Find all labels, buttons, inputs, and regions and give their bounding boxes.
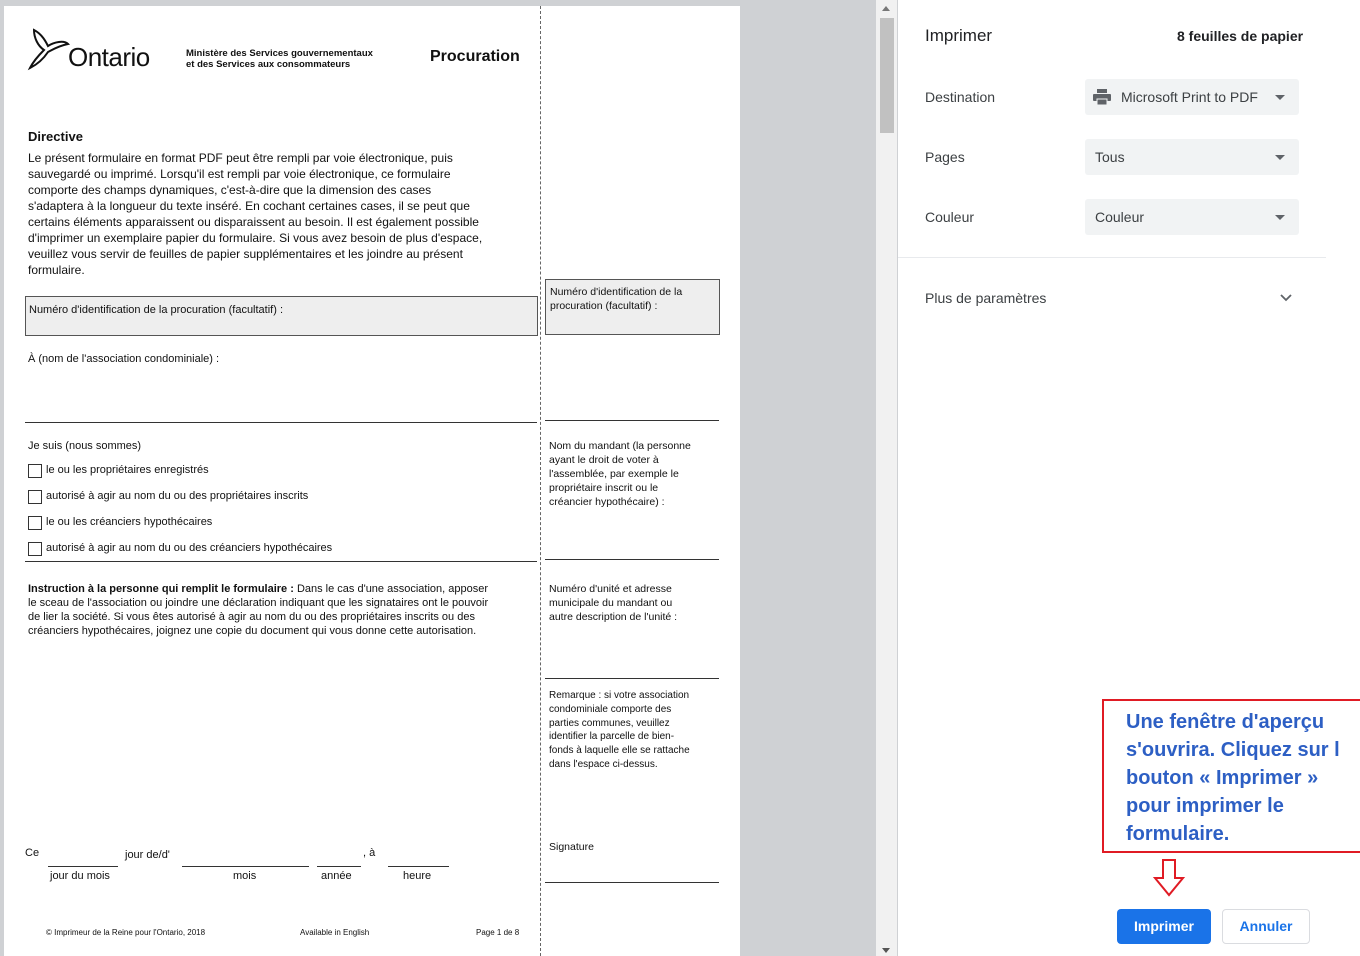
preview-scrollbar[interactable]	[876, 0, 897, 956]
heure-caption: heure	[403, 870, 432, 882]
scroll-up-icon[interactable]	[882, 6, 890, 11]
procuration-id-field[interactable]: Numéro d'identification de la procuratio…	[25, 296, 538, 336]
column-divider	[540, 6, 541, 956]
mois-line[interactable]	[182, 866, 309, 867]
preview-page: Ontario Ministère des Services gouvernem…	[4, 6, 740, 956]
more-settings-label: Plus de paramètres	[925, 290, 1047, 306]
cancel-button[interactable]: Annuler	[1222, 909, 1310, 944]
checkbox-creanciers[interactable]	[28, 516, 42, 530]
pages-label: Pages	[925, 149, 965, 165]
ministry-name: Ministère des Services gouvernementaux e…	[186, 48, 373, 70]
checkbox-creanciers-label: le ou les créanciers hypothécaires	[46, 516, 213, 528]
mois-caption: mois	[233, 870, 257, 882]
right-line-3	[545, 678, 719, 679]
directive-heading: Directive	[28, 129, 83, 144]
arrow-down-icon	[1152, 859, 1186, 897]
form-title: Procuration	[430, 48, 520, 65]
checkbox-proprietaires[interactable]	[28, 464, 42, 478]
annee-caption: année	[321, 870, 352, 882]
footer-available: Available in English	[300, 928, 370, 937]
checkbox-autorise-creanciers-label: autorisé à agir au nom du ou des créanci…	[46, 542, 333, 554]
panel-title: Imprimer	[925, 26, 993, 45]
section-divider	[25, 561, 537, 562]
right-line-2	[545, 559, 719, 560]
callout-text: Une fenêtre d'aperçu s'ouvrira. Cliquez …	[1126, 711, 1340, 845]
signature-line[interactable]	[545, 882, 719, 883]
footer-page: Page 1 de 8	[476, 928, 520, 937]
mandant-label: Nom du mandant (la personne ayant le dro…	[549, 440, 691, 508]
checkbox-proprietaires-label: le ou les propriétaires enregistrés	[46, 464, 209, 476]
checkbox-autorise-proprietaires-label: autorisé à agir au nom du ou des proprié…	[46, 490, 309, 502]
directive-text: Le présent formulaire en format PDF peut…	[28, 151, 483, 277]
scroll-down-icon[interactable]	[882, 948, 890, 953]
panel-divider	[898, 257, 1326, 258]
destination-dropdown-icon	[1275, 95, 1285, 100]
association-label: À (nom de l'association condominiale) :	[28, 353, 220, 365]
chevron-down-icon	[1280, 294, 1292, 302]
a-label: , à	[363, 847, 376, 859]
pages-select[interactable]: Tous	[1085, 139, 1299, 175]
jour-de-label: jour de/d'	[125, 849, 170, 861]
unite-label: Numéro d'unité et adresse municipale du …	[549, 583, 678, 623]
color-dropdown-icon	[1275, 215, 1285, 220]
checkbox-autorise-creanciers[interactable]	[28, 542, 42, 556]
trillium-logo-icon	[27, 28, 71, 71]
color-select[interactable]: Couleur	[1085, 199, 1299, 235]
instruction-text: Instruction à la personne qui remplit le…	[28, 583, 489, 637]
footer-copyright: © Imprimeur de la Reine pour l'Ontario, …	[46, 928, 206, 937]
je-suis-label: Je suis (nous sommes)	[28, 440, 142, 452]
pages-value: Tous	[1095, 149, 1125, 165]
more-settings-row[interactable]: Plus de paramètres	[898, 280, 1326, 318]
color-value: Couleur	[1095, 209, 1145, 225]
sheet-count: 8 feuilles de papier	[1177, 28, 1304, 44]
jour-line[interactable]	[48, 866, 118, 867]
printer-icon	[1093, 89, 1111, 105]
checkbox-autorise-proprietaires[interactable]	[28, 490, 42, 504]
right-procuration-id-label: Numéro d'identification de la procuratio…	[550, 286, 683, 312]
pages-dropdown-icon	[1275, 155, 1285, 160]
right-line-1	[545, 420, 719, 421]
heure-line[interactable]	[388, 866, 449, 867]
annee-line[interactable]	[317, 866, 361, 867]
destination-value: Microsoft Print to PDF	[1121, 89, 1258, 105]
procuration-id-label: Numéro d'identification de la procuratio…	[29, 304, 284, 316]
print-button[interactable]: Imprimer	[1117, 909, 1211, 944]
ontario-wordmark: Ontario	[68, 42, 150, 72]
scrollbar-thumb[interactable]	[880, 18, 894, 133]
signature-label: Signature	[549, 841, 594, 853]
remarque-text: Remarque : si votre association condomin…	[549, 690, 690, 770]
destination-label: Destination	[925, 89, 996, 105]
color-label: Couleur	[925, 209, 975, 225]
right-procuration-id-field[interactable]: Numéro d'identification de la procuratio…	[545, 279, 720, 335]
association-line	[25, 422, 537, 423]
ce-label: Ce	[25, 847, 40, 859]
destination-select[interactable]: Microsoft Print to PDF	[1085, 79, 1299, 115]
jour-du-mois-caption: jour du mois	[50, 870, 110, 882]
